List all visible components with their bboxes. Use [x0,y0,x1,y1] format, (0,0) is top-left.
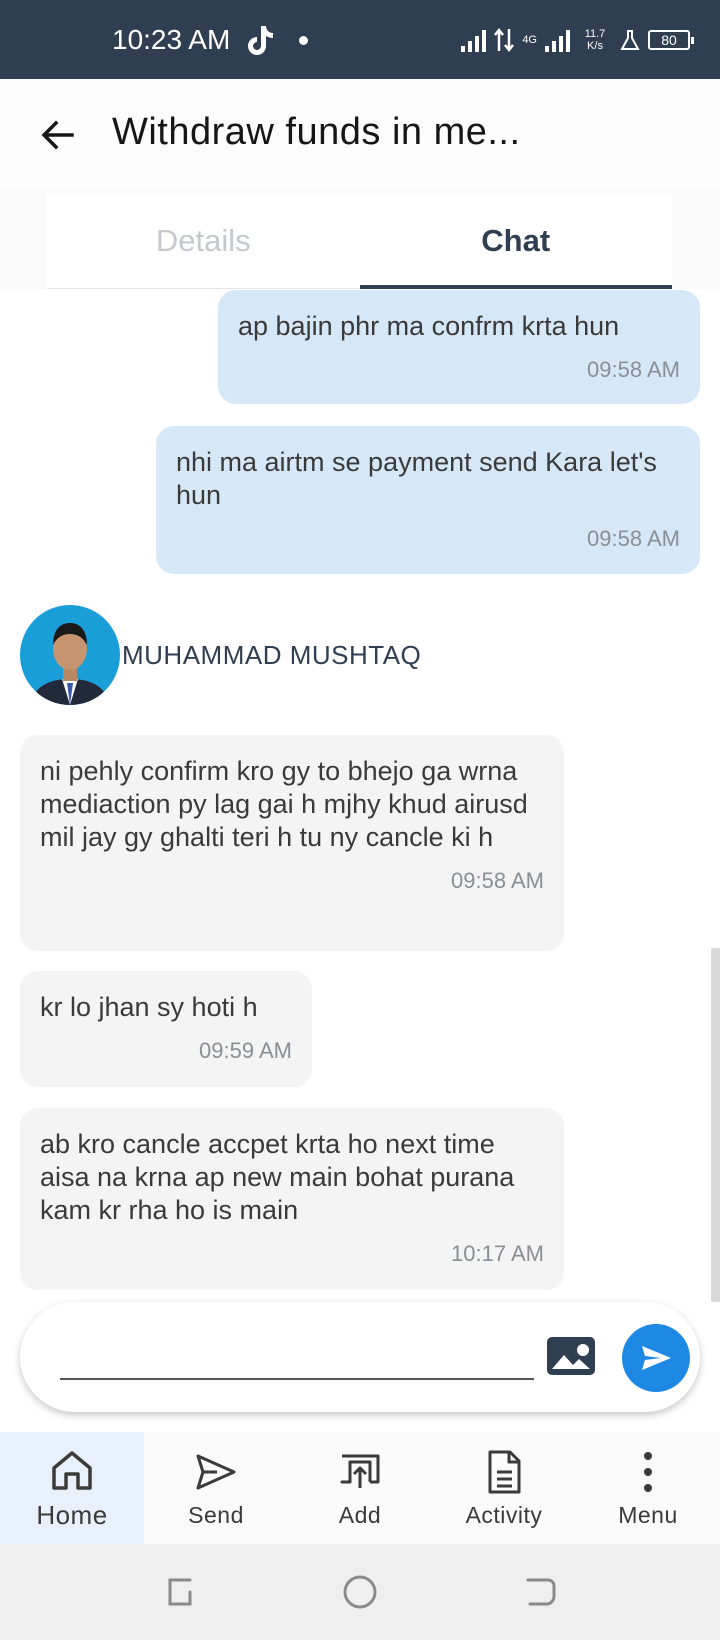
chat-scrollbar[interactable] [711,948,720,1302]
network-speed: 11.7 K/s [584,28,606,52]
flask-icon [620,30,640,50]
signal-icon-2 [545,28,570,52]
message-bubble-outgoing: ap bajin phr ma confrm krta hun 09:58 AM [218,290,700,404]
status-bar: 10:23 AM 4G 11.7 K/s 80 [0,0,720,79]
message-time: 09:58 AM [587,357,680,382]
message-text: ab kro cancle accpet krta ho next time a… [40,1129,515,1225]
home-circle-icon[interactable] [340,1572,380,1612]
signal-icon [461,28,487,52]
app-bar: Withdraw funds in me... [0,79,720,189]
sender-header: MUHAMMAD MUSHTAQ [20,604,421,706]
message-composer [20,1302,700,1412]
message-time: 09:59 AM [199,1038,292,1063]
nav-menu[interactable]: Menu [576,1432,720,1544]
nav-label: Add [338,1501,382,1528]
back-arrow-icon[interactable] [38,115,78,155]
send-icon [196,1454,236,1489]
message-time: 09:58 AM [451,868,544,893]
nav-label: Home [36,1499,108,1530]
message-time: 09:58 AM [587,526,680,551]
message-bubble-incoming: kr lo jhan sy hoti h 09:59 AM [20,971,312,1087]
tab-chat[interactable]: Chat [359,193,673,289]
document-icon [488,1450,521,1493]
network-type: 4G [522,34,537,46]
notification-dot [299,36,308,45]
send-message-button[interactable] [622,1324,690,1392]
nav-label: Send [188,1501,244,1528]
add-funds-icon [340,1454,380,1488]
tab-bar: Details Chat [47,193,672,289]
message-time: 10:17 AM [451,1241,544,1266]
nav-home[interactable]: Home [0,1432,144,1544]
battery-icon: 80 [648,30,694,50]
message-input[interactable] [60,1332,534,1380]
system-navigation-bar [0,1544,720,1640]
nav-label: Menu [618,1501,678,1528]
nav-send[interactable]: Send [144,1432,288,1544]
home-icon [52,1450,92,1490]
status-time: 10:23 AM [112,24,231,55]
tab-details[interactable]: Details [47,193,360,288]
status-icons: 4G 11.7 K/s 80 [461,20,694,60]
nav-add[interactable]: Add [288,1432,432,1544]
data-transfer-icon [494,27,515,53]
nav-label: Activity [465,1501,543,1528]
photo-attach-icon[interactable] [546,1336,596,1376]
message-text: ap bajin phr ma confrm krta hun [238,311,620,341]
tiktok-icon [248,26,273,55]
message-bubble-incoming: ab kro cancle accpet krta ho next time a… [20,1108,564,1290]
message-text: ni pehly confirm kro gy to bhejo ga wrna… [40,756,528,852]
nav-activity[interactable]: Activity [432,1432,576,1544]
back-nav-icon[interactable] [520,1572,560,1612]
message-bubble-incoming: ni pehly confirm kro gy to bhejo ga wrna… [20,735,564,951]
bottom-navigation: Home Send Add Activity Menu [0,1432,720,1544]
avatar[interactable] [20,605,120,705]
message-bubble-outgoing: nhi ma airtm se payment send Kara let's … [156,426,700,574]
page-title: Withdraw funds in me... [112,111,521,153]
recent-apps-icon[interactable] [160,1572,200,1612]
more-vertical-icon [644,1451,652,1492]
message-text: nhi ma airtm se payment send Kara let's … [176,447,657,510]
send-arrow-icon [642,1346,671,1370]
sender-name: MUHAMMAD MUSHTAQ [122,639,422,670]
avatar-portrait [30,623,110,705]
message-text: kr lo jhan sy hoti h [40,992,258,1022]
